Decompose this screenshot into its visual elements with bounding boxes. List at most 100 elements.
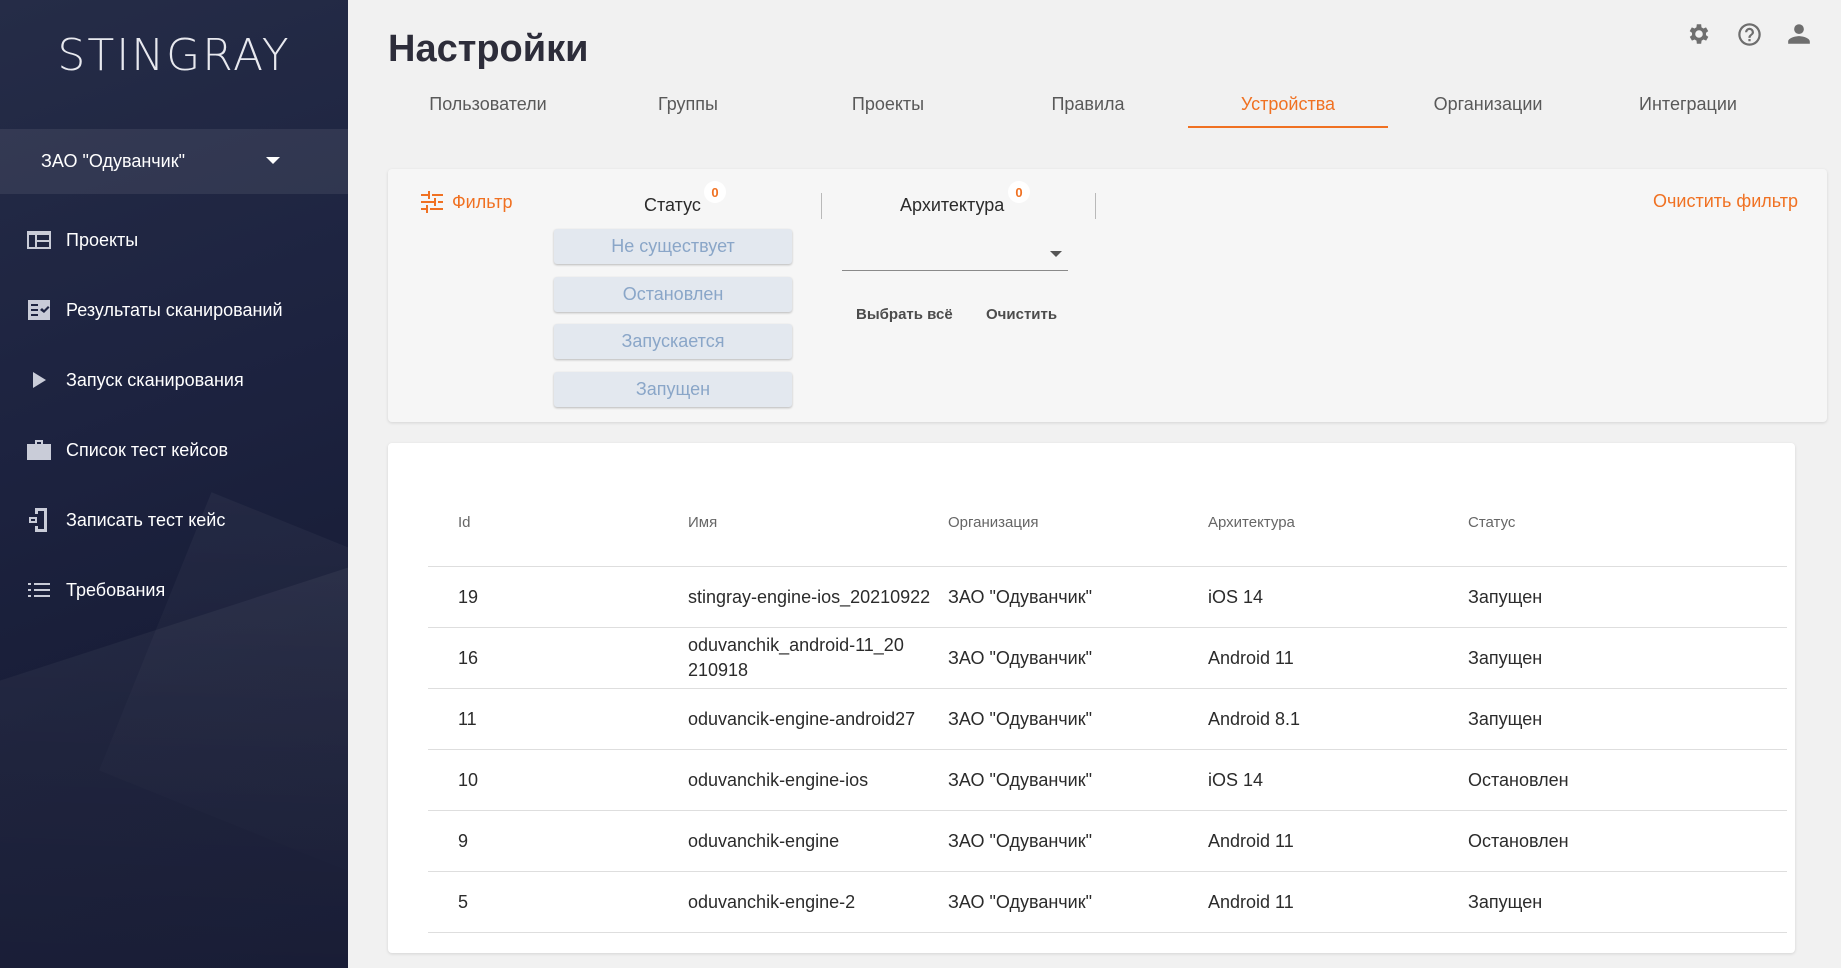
column-header-architecture[interactable]: Архитектура [1208,514,1468,531]
cell-status: Запущен [1468,891,1543,912]
clear-architecture-button[interactable]: Очистить [986,306,1057,323]
cell-id: 10 [458,769,479,790]
list-icon [26,577,52,603]
sidebar-item-record-test-case[interactable]: Записать тест кейс [0,485,348,555]
table-row[interactable]: 10 oduvanchik-engine-ios ЗАО "Одуванчик"… [428,750,1787,811]
status-filter-count-badge: 0 [704,181,726,203]
briefcase-icon [26,437,52,463]
table-row[interactable]: 5 oduvanchik-engine-2 ЗАО "Одуванчик" An… [428,872,1787,933]
tab-devices[interactable]: Устройства [1188,80,1388,128]
column-header-id[interactable]: Id [428,514,688,531]
cell-architecture: Android 11 [1208,891,1294,912]
cell-id: 19 [458,586,479,607]
filter-panel: Фильтр Статус 0 Не существует Остановлен… [388,169,1827,422]
status-option-stopped[interactable]: Остановлен [554,277,792,312]
tab-groups[interactable]: Группы [588,80,788,128]
filter-sliders-icon [421,191,443,213]
cell-architecture: Android 11 [1208,830,1294,851]
cell-status: Остановлен [1468,830,1569,851]
cell-status: Запущен [1468,586,1543,607]
cell-name: oduvanchik-engine [688,830,840,851]
scan-results-icon [26,297,52,323]
table-header: Id Имя Организация Архитектура Статус [428,479,1787,567]
organization-select[interactable]: ЗАО "Одуванчик" [0,129,348,194]
cell-id: 9 [458,830,469,851]
cell-id: 11 [458,708,477,729]
sidebar-item-projects[interactable]: Проекты [0,205,348,275]
sidebar-item-label: Записать тест кейс [66,509,226,530]
app-logo: STINGRAY [57,30,291,81]
devices-table-card: Id Имя Организация Архитектура Статус 19… [388,443,1795,953]
sidebar-item-label: Проекты [66,229,139,250]
cell-id: 16 [458,647,479,668]
cell-name: oduvanchik-engine-ios [688,769,869,790]
sidebar-item-start-scan[interactable]: Запуск сканирования [0,345,348,415]
tab-integrations[interactable]: Интеграции [1588,80,1788,128]
cell-organization: ЗАО "Одуванчик" [948,708,1092,729]
filter-toggle-button[interactable]: Фильтр [420,191,512,213]
sidebar-nav: Проекты Результаты сканирований Запуск с… [0,205,348,625]
projects-icon [26,227,52,253]
tab-projects[interactable]: Проекты [788,80,988,128]
clear-filter-button[interactable]: Очистить фильтр [1653,191,1798,212]
user-icon[interactable] [1785,20,1813,48]
cell-organization: ЗАО "Одуванчик" [948,586,1092,607]
table-row[interactable]: 9 oduvanchik-engine ЗАО "Одуванчик" Andr… [428,811,1787,872]
cell-architecture: Android 8.1 [1208,708,1301,729]
gear-icon[interactable] [1685,20,1713,48]
settings-tabs: Пользователи Группы Проекты Правила Устр… [388,80,1788,128]
tab-organizations[interactable]: Организации [1388,80,1588,128]
sidebar-item-scan-results[interactable]: Результаты сканирований [0,275,348,345]
cell-architecture: Android 11 [1208,647,1294,668]
divider [821,193,822,219]
status-option-starting[interactable]: Запускается [554,324,792,359]
status-option-not-exists[interactable]: Не существует [554,229,792,264]
cell-name: oduvanchik-engine-2 [688,891,856,912]
tab-rules[interactable]: Правила [988,80,1188,128]
column-header-organization[interactable]: Организация [948,514,1208,531]
sidebar-item-test-cases[interactable]: Список тест кейсов [0,415,348,485]
chevron-down-icon [1050,251,1062,257]
record-device-icon [26,507,52,533]
sidebar-item-label: Результаты сканирований [66,299,283,320]
play-icon [26,367,52,393]
sidebar-item-requirements[interactable]: Требования [0,555,348,625]
cell-organization: ЗАО "Одуванчик" [948,830,1092,851]
status-filter-label: Статус [644,195,701,215]
cell-architecture: iOS 14 [1208,769,1264,790]
cell-status: Запущен [1468,708,1543,729]
architecture-select[interactable] [842,235,1068,271]
organization-select-value: ЗАО "Одуванчик" [41,151,185,171]
filter-toggle-label: Фильтр [452,191,513,212]
table-row[interactable]: 11 oduvancik-engine-android27 ЗАО "Одува… [428,689,1787,750]
cell-organization: ЗАО "Одуванчик" [948,891,1092,912]
devices-table: Id Имя Организация Архитектура Статус 19… [428,479,1787,933]
status-option-running[interactable]: Запущен [554,372,792,407]
cell-status: Остановлен [1468,769,1569,790]
cell-organization: ЗАО "Одуванчик" [948,769,1092,790]
header-actions [1685,20,1813,48]
cell-status: Запущен [1468,647,1543,668]
column-header-status[interactable]: Статус [1468,514,1787,531]
divider [1095,193,1096,219]
cell-name: oduvanchik_android-11_20210918 [688,635,904,680]
page-title: Настройки [388,28,589,70]
architecture-filter-label: Архитектура [900,195,1005,215]
cell-id: 5 [458,891,469,912]
sidebar: STINGRAY ЗАО "Одуванчик" Проекты Результ… [0,0,348,968]
help-icon[interactable] [1735,20,1763,48]
column-header-name[interactable]: Имя [688,510,948,535]
sidebar-item-label: Требования [66,579,166,600]
table-row[interactable]: 16 oduvanchik_android-11_20210918 ЗАО "О… [428,628,1787,689]
tab-users[interactable]: Пользователи [388,80,588,128]
sidebar-item-label: Список тест кейсов [66,439,229,460]
cell-architecture: iOS 14 [1208,586,1264,607]
table-row[interactable]: 19 stingray-engine-ios_20210922 ЗАО "Оду… [428,567,1787,628]
architecture-filter-count-badge: 0 [1008,181,1030,203]
cell-name: oduvancik-engine-android27 [688,708,916,729]
select-all-button[interactable]: Выбрать всё [856,306,953,323]
sidebar-item-label: Запуск сканирования [66,369,244,390]
cell-organization: ЗАО "Одуванчик" [948,647,1092,668]
chevron-down-icon [266,157,280,164]
cell-name: stingray-engine-ios_20210922 [688,586,931,607]
